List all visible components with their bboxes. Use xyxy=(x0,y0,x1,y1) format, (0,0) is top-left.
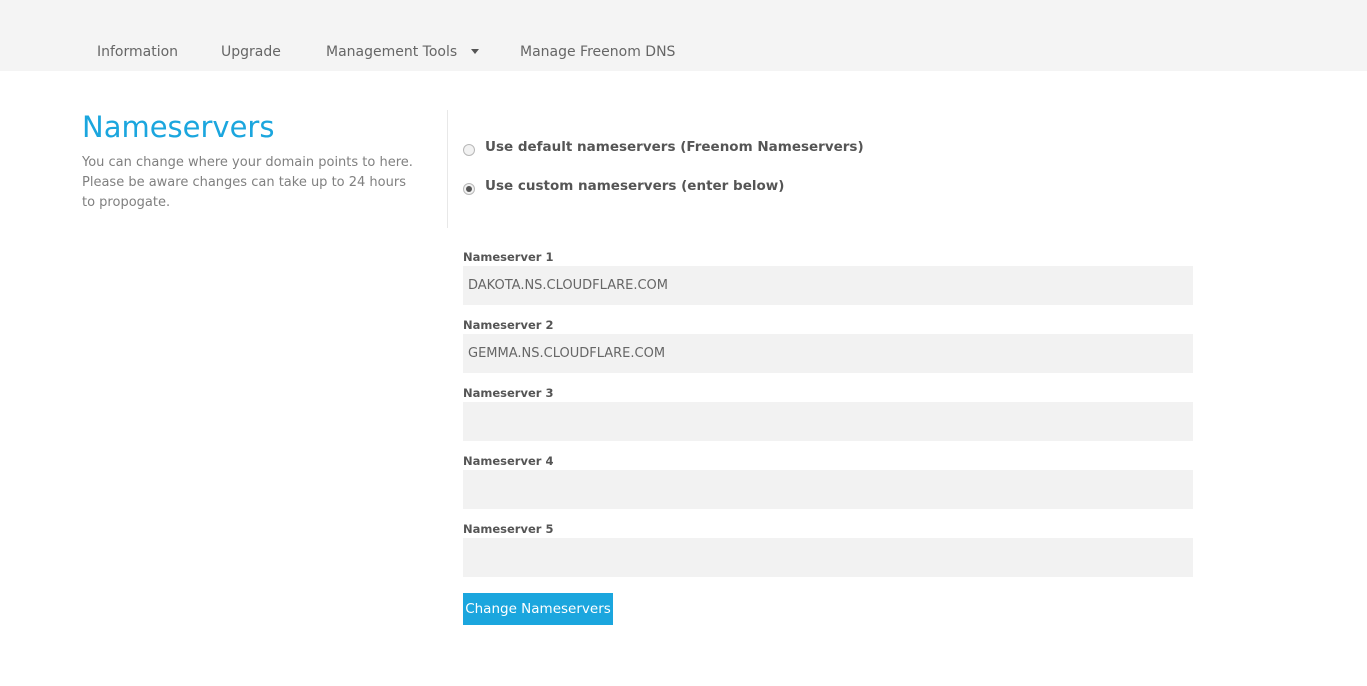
vertical-divider xyxy=(447,110,448,228)
nameserver-5-label: Nameserver 5 xyxy=(463,522,554,536)
nameserver-2-input[interactable] xyxy=(463,334,1193,373)
nameserver-5-group: Nameserver 5 xyxy=(463,522,1193,577)
nameserver-2-group: Nameserver 2 xyxy=(463,318,1193,373)
nav-item-management-tools-label: Management Tools xyxy=(326,44,458,60)
nameserver-3-label: Nameserver 3 xyxy=(463,386,554,400)
nameserver-4-label: Nameserver 4 xyxy=(463,454,554,468)
nav-item-information[interactable]: Information xyxy=(97,43,178,61)
intro-section: Nameservers You can change where your do… xyxy=(82,108,427,213)
page-title: Nameservers xyxy=(82,110,275,144)
custom-nameservers-label: Use custom nameservers (enter below) xyxy=(485,178,785,194)
nav-item-management-tools[interactable]: Management Tools xyxy=(326,43,480,61)
nameserver-1-label: Nameserver 1 xyxy=(463,250,554,264)
caret-down-icon xyxy=(471,48,480,54)
nameserver-4-group: Nameserver 4 xyxy=(463,454,1193,509)
nameserver-3-input[interactable] xyxy=(463,402,1193,441)
nameserver-3-group: Nameserver 3 xyxy=(463,386,1193,441)
nav-item-manage-freenom-dns[interactable]: Manage Freenom DNS xyxy=(520,43,675,61)
top-navigation: Information Upgrade Management Tools Man… xyxy=(0,0,1367,71)
page-description: You can change where your domain points … xyxy=(82,155,413,210)
nameserver-5-input[interactable] xyxy=(463,538,1193,577)
nameserver-1-group: Nameserver 1 xyxy=(463,250,1193,305)
nameserver-4-input[interactable] xyxy=(463,470,1193,509)
change-nameservers-button[interactable]: Change Nameservers xyxy=(463,593,613,625)
nav-item-upgrade[interactable]: Upgrade xyxy=(221,43,281,61)
default-nameservers-radio[interactable] xyxy=(463,143,475,156)
custom-nameservers-radio[interactable] xyxy=(463,182,475,195)
default-nameservers-option[interactable]: Use default nameservers (Freenom Nameser… xyxy=(463,138,864,156)
nameserver-2-label: Nameserver 2 xyxy=(463,318,554,332)
default-nameservers-label: Use default nameservers (Freenom Nameser… xyxy=(485,139,864,155)
nameserver-1-input[interactable] xyxy=(463,266,1193,305)
custom-nameservers-option[interactable]: Use custom nameservers (enter below) xyxy=(463,177,784,195)
